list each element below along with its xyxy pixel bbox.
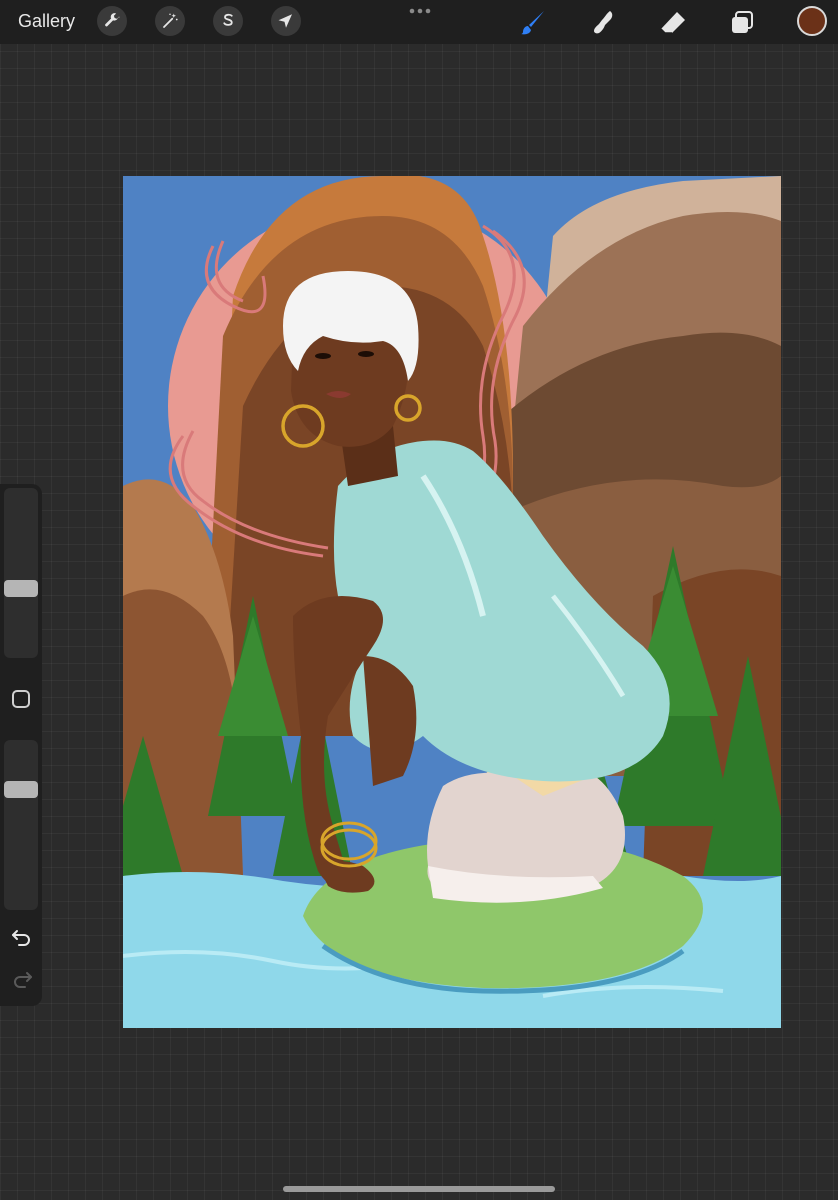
- actions-button[interactable]: [97, 6, 127, 36]
- right-eye: [358, 351, 374, 357]
- undo-arrow-icon[interactable]: [11, 928, 33, 946]
- smudge-icon[interactable]: [588, 8, 618, 38]
- adjustments-button[interactable]: [155, 6, 185, 36]
- opacity-slider[interactable]: [4, 740, 38, 910]
- layers-icon[interactable]: [728, 8, 758, 38]
- gallery-button[interactable]: Gallery: [18, 11, 75, 32]
- artwork-illustration: [123, 176, 781, 1028]
- brush-icon[interactable]: [518, 8, 548, 38]
- selection-s-icon: [223, 13, 233, 26]
- ellipsis-icon[interactable]: [408, 4, 432, 18]
- transform-arrow-icon: [278, 14, 292, 28]
- home-indicator: [283, 1186, 555, 1192]
- wrench-icon: [105, 13, 120, 27]
- drawing-canvas[interactable]: [123, 176, 781, 1028]
- transform-button[interactable]: [271, 6, 301, 36]
- brush-size-slider-thumb[interactable]: [4, 579, 38, 597]
- eraser-icon[interactable]: [658, 8, 688, 38]
- top-toolbar: Gallery: [0, 0, 838, 44]
- redo-arrow-icon[interactable]: [11, 970, 33, 988]
- color-picker-button[interactable]: [797, 6, 827, 36]
- side-toolbar: [0, 484, 42, 1006]
- brush-size-slider[interactable]: [4, 488, 38, 658]
- modify-button[interactable]: [12, 690, 30, 708]
- opacity-slider-thumb[interactable]: [4, 781, 38, 799]
- left-eye: [315, 353, 331, 359]
- selection-button[interactable]: [213, 6, 243, 36]
- magic-wand-icon: [163, 13, 178, 28]
